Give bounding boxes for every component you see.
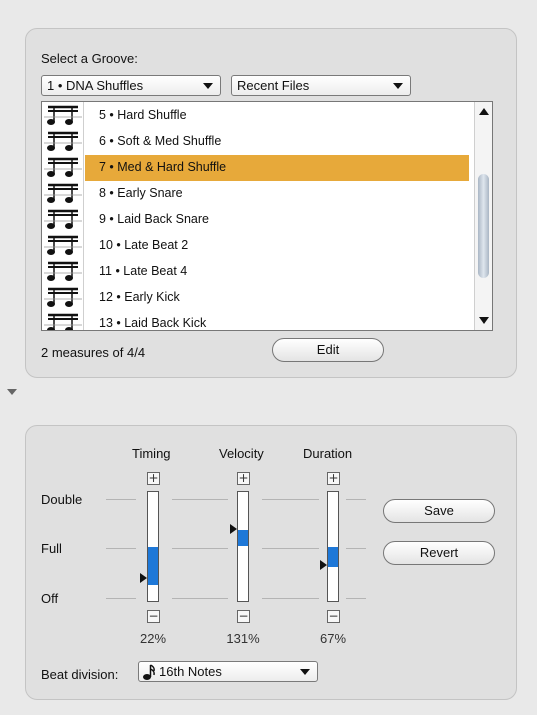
groove-category-value: 1 • DNA Shuffles [47,78,144,93]
groove-list-item[interactable]: 10 • Late Beat 2 [85,233,469,259]
groove-list-item[interactable]: 12 • Early Kick [85,285,469,311]
measures-info: 2 measures of 4/4 [41,345,146,360]
off-row-label: Off [41,591,59,606]
chevron-down-icon [300,669,310,675]
save-button[interactable]: Save [383,499,495,523]
full-guide-line [346,548,366,549]
groove-list-item[interactable]: 6 • Soft & Med Shuffle [85,129,469,155]
duration-header: Duration [303,446,353,461]
beat-division-value: 16th Notes [159,664,222,679]
velocity-slider[interactable] [237,491,249,602]
groove-params-panel: Timing Velocity Duration Double Full Off… [25,425,517,700]
timing-slider-thumb[interactable] [140,573,147,583]
chevron-down-icon [203,83,213,89]
full-guide-line [172,548,228,549]
off-guide-line [106,598,136,599]
duration-slider-thumb[interactable] [320,560,327,570]
select-groove-label: Select a Groove: [41,51,138,66]
off-guide-line [262,598,319,599]
timing-header: Timing [132,446,171,461]
duration-percent: 67% [319,631,347,646]
velocity-increase-button[interactable]: + [237,472,250,485]
chevron-down-icon [393,83,403,89]
groove-list-item[interactable]: 7 • Med & Hard Shuffle [85,155,469,181]
scroll-down-arrow-icon[interactable] [479,317,489,324]
timing-increase-button[interactable]: + [147,472,160,485]
recent-files-dropdown[interactable]: Recent Files [231,75,411,96]
groove-panel: Select a Groove: 1 • DNA Shuffles Recent… [25,28,517,378]
timing-slider-fill [148,547,158,585]
duration-increase-button[interactable]: + [327,472,340,485]
notation-column [42,102,84,330]
drum-notation-icon [44,105,82,330]
beat-division-dropdown[interactable]: 16th Notes [138,661,318,682]
velocity-percent: 131% [226,631,260,646]
groove-list-scrollbar[interactable] [474,102,492,330]
velocity-slider-fill [238,530,248,546]
scroll-thumb[interactable] [478,174,489,278]
beat-division-label: Beat division: [41,667,119,682]
revert-button[interactable]: Revert [383,541,495,565]
double-guide-line [346,499,366,500]
double-guide-line [172,499,228,500]
groove-category-dropdown[interactable]: 1 • DNA Shuffles [41,75,221,96]
velocity-slider-thumb[interactable] [230,524,237,534]
groove-list-item[interactable]: 5 • Hard Shuffle [85,103,469,129]
off-guide-line [172,598,228,599]
sixteenth-note-icon [143,664,155,680]
groove-list-item[interactable]: 9 • Laid Back Snare [85,207,469,233]
full-guide-line [106,548,136,549]
full-row-label: Full [41,541,62,556]
groove-list-item[interactable]: 11 • Late Beat 4 [85,259,469,285]
groove-list-item[interactable]: 13 • Laid Back Kick [85,311,469,330]
duration-decrease-button[interactable]: − [327,610,340,623]
timing-slider[interactable] [147,491,159,602]
velocity-decrease-button[interactable]: − [237,610,250,623]
recent-files-value: Recent Files [237,78,310,93]
velocity-header: Velocity [219,446,264,461]
off-guide-line [346,598,366,599]
duration-slider[interactable] [327,491,339,602]
disclosure-triangle-icon[interactable] [7,389,17,395]
duration-slider-fill [328,547,338,567]
groove-list-item[interactable]: 8 • Early Snare [85,181,469,207]
timing-decrease-button[interactable]: − [147,610,160,623]
edit-button[interactable]: Edit [272,338,384,362]
double-guide-line [262,499,319,500]
groove-list[interactable]: 5 • Hard Shuffle 6 • Soft & Med Shuffle 7 … [41,101,493,331]
double-row-label: Double [41,492,83,507]
scroll-up-arrow-icon[interactable] [479,108,489,115]
timing-percent: 22% [139,631,167,646]
double-guide-line [106,499,136,500]
full-guide-line [262,548,319,549]
